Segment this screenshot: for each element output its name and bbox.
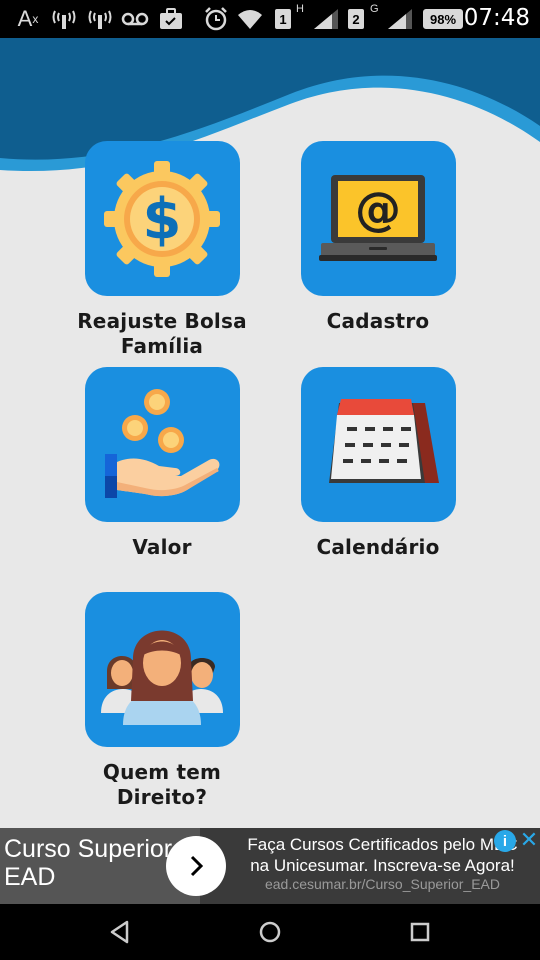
sim2-badge: 2 — [348, 9, 364, 29]
chevron-right-icon — [190, 855, 204, 877]
svg-text:@: @ — [355, 182, 401, 236]
ad-banner[interactable]: Curso Superior EAD Faça Cursos Certifica… — [0, 828, 540, 904]
navigation-bar — [0, 904, 540, 960]
menu-item-calendario[interactable]: Calendário — [270, 367, 486, 560]
ad-close-icon[interactable]: ✕ — [518, 828, 540, 852]
dollar-gear-icon: $ — [104, 160, 220, 277]
signal-sim1-icon — [50, 6, 78, 32]
tile-calendario[interactable] — [300, 367, 456, 522]
svg-text:$: $ — [143, 187, 182, 252]
people-group-icon — [101, 630, 223, 725]
tile-cadastro[interactable]: @ — [300, 141, 456, 296]
ad-url[interactable]: ead.cesumar.br/Curso_Superior_EAD — [240, 876, 525, 892]
alarm-icon — [202, 6, 230, 32]
menu-label-calendario: Calendário — [316, 535, 440, 559]
home-button[interactable] — [250, 916, 290, 948]
network-type-1: H — [296, 3, 304, 15]
tile-valor[interactable] — [84, 367, 240, 522]
battery-icon: 98% — [423, 9, 463, 29]
ad-title[interactable]: Faça Cursos Certificados pelo MEC na Uni… — [240, 834, 525, 876]
wifi-icon — [236, 6, 264, 32]
tile-quem-tem-direito[interactable] — [84, 592, 240, 747]
calendar-icon — [329, 398, 439, 483]
home-circle-icon — [259, 921, 281, 943]
menu-item-quem-tem-direito[interactable]: Quem tem Direito? — [54, 592, 270, 810]
back-button[interactable] — [100, 916, 140, 948]
ad-arrow-button[interactable] — [166, 836, 226, 896]
menu-label-quem-tem-direito: Quem tem Direito? — [102, 760, 222, 809]
menu-label-valor: Valor — [132, 535, 192, 559]
recents-square-icon — [410, 922, 430, 942]
menu-item-reajuste[interactable]: $ Reajuste Bolsa Família — [54, 141, 270, 359]
recents-button[interactable] — [400, 916, 440, 948]
clock: 07:48 — [463, 5, 530, 31]
sim1-badge: 1 — [275, 9, 291, 29]
laptop-at-icon: @ — [319, 174, 437, 261]
menu-label-reajuste: Reajuste Bolsa Família — [77, 309, 247, 358]
tile-reajuste[interactable]: $ — [84, 141, 240, 296]
hand-coins-icon — [105, 388, 220, 498]
voicemail-icon — [120, 6, 150, 32]
menu-label-cadastro: Cadastro — [326, 309, 430, 333]
status-bar: Ax 1 H 2 G 98% 07:48 — [0, 0, 540, 38]
cell-signal-icon — [312, 6, 340, 32]
menu-item-cadastro[interactable]: @ Cadastro — [270, 141, 486, 334]
accessibility-icon: Ax — [17, 6, 39, 31]
network-type-2: G — [370, 3, 379, 15]
ad-info-icon[interactable]: i — [494, 830, 516, 852]
menu-item-valor[interactable]: Valor — [54, 367, 270, 560]
cell-signal-2-icon — [386, 6, 414, 32]
back-triangle-icon — [110, 920, 129, 944]
briefcase-icon — [158, 6, 184, 32]
signal-sim2-icon — [86, 6, 114, 32]
